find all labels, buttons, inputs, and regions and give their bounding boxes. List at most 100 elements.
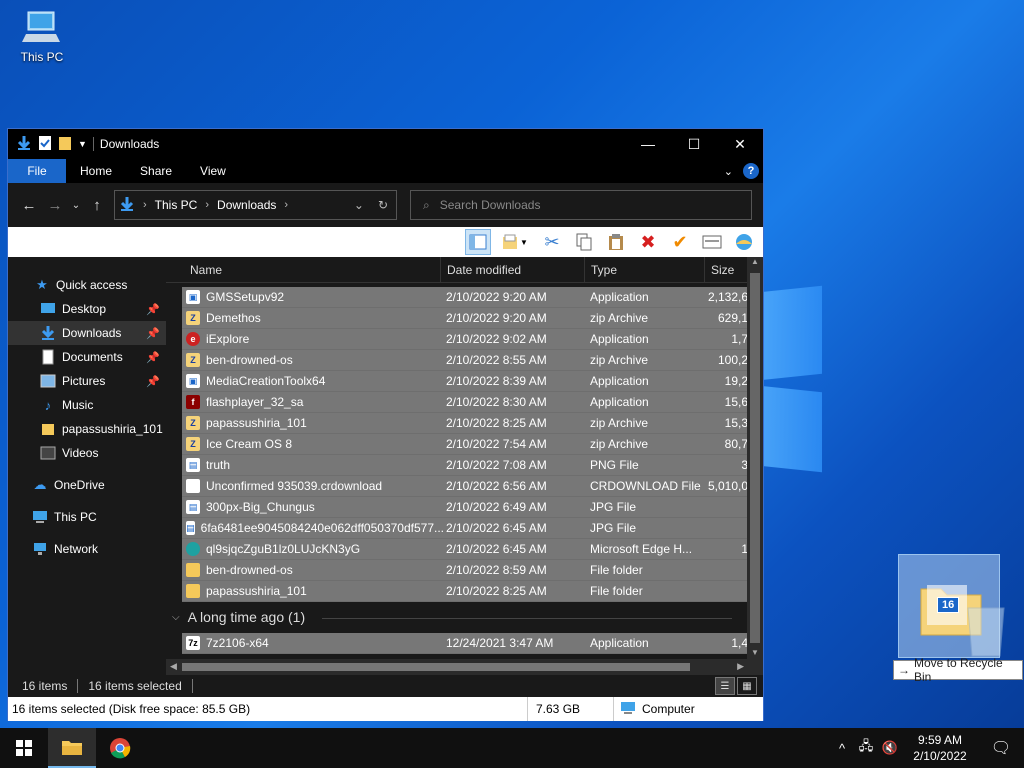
horizontal-scrollbar[interactable]: ◀ ▶ — [166, 659, 748, 675]
column-name[interactable]: Name — [184, 257, 441, 283]
taskbar-file-explorer[interactable] — [48, 728, 96, 768]
delete-icon[interactable]: ✖ — [635, 229, 661, 255]
file-name: papassushiria_101 — [206, 416, 307, 430]
folders-pane-icon[interactable] — [465, 229, 491, 255]
star-icon: ★ — [36, 277, 48, 292]
table-row[interactable]: f flashplayer_32_sa 2/10/2022 8:30 AM Appli… — [182, 392, 748, 413]
pin-icon[interactable]: 📌 — [146, 375, 160, 388]
column-size[interactable]: Size — [705, 257, 749, 283]
checkmark-icon[interactable]: ✔ — [667, 229, 693, 255]
sidebar-item-quick-access[interactable]: ★ Quick access — [8, 273, 166, 297]
properties-panel-icon[interactable] — [699, 229, 725, 255]
table-row[interactable]: ql9sjqcZguB1lz0LUJcKN3yG 2/10/2022 6:45 A… — [182, 539, 748, 560]
sidebar-item-papassushiria[interactable]: papassushiria_101 — [8, 417, 166, 441]
taskbar-chrome[interactable] — [96, 728, 144, 768]
breadcrumb-separator[interactable]: › — [284, 199, 288, 211]
minimize-button[interactable]: — — [625, 129, 671, 159]
computer-icon — [620, 701, 636, 718]
clock[interactable]: 9:59 AM 2/10/2022 — [902, 732, 978, 764]
breadcrumb-downloads[interactable]: Downloads — [217, 198, 276, 212]
notification-icon[interactable]: 🗨 — [978, 738, 1024, 758]
table-row[interactable]: ▤ 300px-Big_Chungus 2/10/2022 6:49 AM JPG F… — [182, 497, 748, 518]
pin-icon[interactable]: 📌 — [146, 351, 160, 364]
show-hidden-icons-button[interactable]: ^ — [830, 741, 854, 756]
sidebar-item-this-pc[interactable]: This PC — [8, 505, 166, 529]
cut-icon[interactable]: ✂ — [539, 229, 565, 255]
table-row[interactable]: Z Ice Cream OS 8 2/10/2022 7:54 AM zip Arch… — [182, 434, 748, 455]
table-row[interactable]: ▣ GMSSetupv92 2/10/2022 9:20 AM Application… — [182, 287, 748, 308]
location-label: Computer — [642, 702, 695, 716]
properties-icon[interactable] — [38, 135, 52, 154]
close-button[interactable]: ✕ — [717, 129, 763, 159]
window-title: Downloads — [99, 137, 160, 151]
recycle-bin-icon[interactable] — [958, 598, 1014, 658]
pin-icon[interactable]: 📌 — [146, 327, 160, 340]
table-row[interactable]: Zben-drowned-os 2/10/2022 8:55 AM zip Arch… — [182, 350, 748, 371]
help-icon[interactable]: ? — [743, 163, 759, 179]
table-row[interactable]: ▤ truth 2/10/2022 7:08 AM PNG File 3 — [182, 455, 748, 476]
search-input[interactable]: ⌕ Search Downloads — [410, 190, 752, 220]
network-globe-icon[interactable] — [731, 229, 757, 255]
table-row[interactable]: 7z 7z2106-x64 12/24/2021 3:47 AM Applicatio… — [182, 633, 748, 654]
table-row[interactable]: ▣ MediaCreationToolx64 2/10/2022 8:39 AM Ap… — [182, 371, 748, 392]
network-icon[interactable]: 🖧 — [854, 737, 878, 759]
maximize-button[interactable]: ☐ — [671, 129, 717, 159]
table-row[interactable]: Z Demethos 2/10/2022 9:20 AM zip Archive 629… — [182, 308, 748, 329]
scrollbar-thumb[interactable] — [182, 663, 690, 671]
table-row[interactable]: Unconfirmed 935039.crdownload 2/10/2022 6… — [182, 476, 748, 497]
chevron-down-icon[interactable]: ▼ — [78, 139, 87, 149]
column-type[interactable]: Type — [585, 257, 705, 283]
tab-view[interactable]: View — [186, 159, 240, 183]
address-dropdown-icon[interactable]: ⌄ — [354, 198, 364, 212]
sidebar-item-pictures[interactable]: Pictures 📌 — [8, 369, 166, 393]
desktop-icon-this-pc[interactable]: This PC — [12, 10, 72, 64]
views-icon[interactable]: ▼ — [497, 229, 533, 255]
expand-ribbon-icon[interactable]: ⌄ — [724, 165, 733, 178]
address-bar[interactable]: › This PC › Downloads › ⌄ ↻ — [114, 190, 397, 220]
sidebar-item-videos[interactable]: Videos — [8, 441, 166, 465]
sidebar-item-onedrive[interactable]: ☁ OneDrive — [8, 473, 166, 497]
scrollbar-thumb[interactable] — [750, 273, 760, 643]
table-row[interactable]: Zpapassushiria_101 2/10/2022 8:25 AM zip A… — [182, 413, 748, 434]
file-size: 2,132,6 — [708, 290, 748, 304]
back-button[interactable]: ← — [16, 197, 42, 214]
forward-button[interactable]: → — [42, 197, 68, 214]
chevron-down-icon[interactable]: ⌵ — [172, 612, 180, 623]
tab-share[interactable]: Share — [126, 159, 186, 183]
breadcrumb-separator[interactable]: › — [143, 199, 147, 211]
details-view-button[interactable]: ☰ — [715, 677, 735, 695]
volume-muted-icon[interactable]: 🔇 — [878, 740, 902, 756]
system-tray: ^ 🖧 🔇 9:59 AM 2/10/2022 🗨 — [830, 728, 1024, 768]
table-row[interactable]: papassushiria_101 2/10/2022 8:25 AM File f… — [182, 581, 748, 602]
tab-file[interactable]: File — [8, 159, 66, 183]
group-header[interactable]: ⌵ A long time ago (1) — [172, 609, 732, 625]
start-button[interactable] — [0, 728, 48, 768]
column-date-modified[interactable]: Date modified — [441, 257, 585, 283]
sidebar-item-music[interactable]: ♪ Music — [8, 393, 166, 417]
chrome-icon — [110, 738, 131, 759]
sidebar-item-label: Network — [54, 542, 99, 556]
file-size: 3 — [741, 458, 748, 472]
sidebar-item-network[interactable]: Network — [8, 537, 166, 561]
new-folder-icon[interactable] — [58, 135, 72, 154]
navigation-pane: ★ Quick access Desktop 📌 Downloads 📌 Docume… — [8, 257, 166, 675]
file-date: 2/10/2022 6:45 AM — [446, 542, 547, 556]
large-icons-view-button[interactable]: ▦ — [737, 677, 757, 695]
tab-home[interactable]: Home — [66, 159, 126, 183]
sidebar-item-documents[interactable]: Documents 📌 — [8, 345, 166, 369]
sidebar-item-desktop[interactable]: Desktop 📌 — [8, 297, 166, 321]
breadcrumb-this-pc[interactable]: This PC — [155, 198, 198, 212]
paste-icon[interactable] — [603, 229, 629, 255]
up-button[interactable]: ↑ — [84, 197, 110, 214]
download-location-icon — [119, 196, 135, 215]
table-row[interactable]: ▤ 6fa6481ee9045084240e062dff050370df577..… — [182, 518, 748, 539]
copy-icon[interactable] — [571, 229, 597, 255]
breadcrumb-separator[interactable]: › — [205, 199, 209, 211]
table-row[interactable]: ben-drowned-os 2/10/2022 8:59 AM File fold… — [182, 560, 748, 581]
vertical-scrollbar[interactable]: ▲ ▼ — [747, 257, 763, 675]
recent-locations-button[interactable]: ⌄ — [68, 200, 84, 211]
sidebar-item-downloads[interactable]: Downloads 📌 — [8, 321, 166, 345]
pin-icon[interactable]: 📌 — [146, 303, 160, 316]
table-row[interactable]: e iExplore 2/10/2022 9:02 AM Application 1,7 — [182, 329, 748, 350]
refresh-icon[interactable]: ↻ — [378, 198, 388, 212]
